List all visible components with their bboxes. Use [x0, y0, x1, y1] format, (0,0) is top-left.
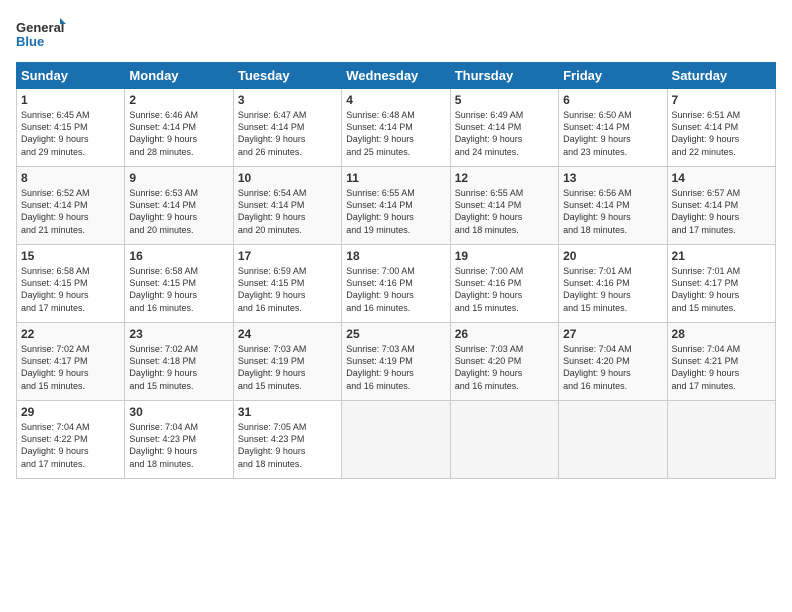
day-cell: 20Sunrise: 7:01 AMSunset: 4:16 PMDayligh…: [559, 245, 667, 323]
day-number: 12: [455, 170, 554, 186]
col-header-wednesday: Wednesday: [342, 63, 450, 89]
day-number: 24: [238, 326, 337, 342]
day-number: 21: [672, 248, 771, 264]
day-cell: 9Sunrise: 6:53 AMSunset: 4:14 PMDaylight…: [125, 167, 233, 245]
day-number: 6: [563, 92, 662, 108]
svg-text:General: General: [16, 20, 64, 35]
col-header-friday: Friday: [559, 63, 667, 89]
day-cell: 13Sunrise: 6:56 AMSunset: 4:14 PMDayligh…: [559, 167, 667, 245]
day-cell: [450, 401, 558, 479]
col-header-monday: Monday: [125, 63, 233, 89]
day-cell: 22Sunrise: 7:02 AMSunset: 4:17 PMDayligh…: [17, 323, 125, 401]
day-cell: 27Sunrise: 7:04 AMSunset: 4:20 PMDayligh…: [559, 323, 667, 401]
day-cell: 5Sunrise: 6:49 AMSunset: 4:14 PMDaylight…: [450, 89, 558, 167]
day-number: 22: [21, 326, 120, 342]
day-cell: 17Sunrise: 6:59 AMSunset: 4:15 PMDayligh…: [233, 245, 341, 323]
day-cell: 3Sunrise: 6:47 AMSunset: 4:14 PMDaylight…: [233, 89, 341, 167]
day-number: 16: [129, 248, 228, 264]
day-number: 1: [21, 92, 120, 108]
day-number: 18: [346, 248, 445, 264]
svg-text:Blue: Blue: [16, 34, 44, 49]
day-cell: 1Sunrise: 6:45 AMSunset: 4:15 PMDaylight…: [17, 89, 125, 167]
day-cell: 15Sunrise: 6:58 AMSunset: 4:15 PMDayligh…: [17, 245, 125, 323]
day-cell: 16Sunrise: 6:58 AMSunset: 4:15 PMDayligh…: [125, 245, 233, 323]
week-row-5: 29Sunrise: 7:04 AMSunset: 4:22 PMDayligh…: [17, 401, 776, 479]
day-number: 11: [346, 170, 445, 186]
day-cell: 21Sunrise: 7:01 AMSunset: 4:17 PMDayligh…: [667, 245, 775, 323]
day-number: 20: [563, 248, 662, 264]
day-cell: 6Sunrise: 6:50 AMSunset: 4:14 PMDaylight…: [559, 89, 667, 167]
week-row-1: 1Sunrise: 6:45 AMSunset: 4:15 PMDaylight…: [17, 89, 776, 167]
day-cell: 8Sunrise: 6:52 AMSunset: 4:14 PMDaylight…: [17, 167, 125, 245]
day-cell: 23Sunrise: 7:02 AMSunset: 4:18 PMDayligh…: [125, 323, 233, 401]
day-number: 28: [672, 326, 771, 342]
day-cell: 7Sunrise: 6:51 AMSunset: 4:14 PMDaylight…: [667, 89, 775, 167]
day-number: 30: [129, 404, 228, 420]
day-number: 23: [129, 326, 228, 342]
day-number: 7: [672, 92, 771, 108]
day-number: 9: [129, 170, 228, 186]
col-header-sunday: Sunday: [17, 63, 125, 89]
day-number: 3: [238, 92, 337, 108]
week-row-3: 15Sunrise: 6:58 AMSunset: 4:15 PMDayligh…: [17, 245, 776, 323]
day-cell: [342, 401, 450, 479]
day-cell: 26Sunrise: 7:03 AMSunset: 4:20 PMDayligh…: [450, 323, 558, 401]
logo-svg: General Blue: [16, 16, 66, 52]
week-row-2: 8Sunrise: 6:52 AMSunset: 4:14 PMDaylight…: [17, 167, 776, 245]
day-cell: 10Sunrise: 6:54 AMSunset: 4:14 PMDayligh…: [233, 167, 341, 245]
day-cell: 18Sunrise: 7:00 AMSunset: 4:16 PMDayligh…: [342, 245, 450, 323]
day-cell: 25Sunrise: 7:03 AMSunset: 4:19 PMDayligh…: [342, 323, 450, 401]
day-cell: [559, 401, 667, 479]
day-number: 29: [21, 404, 120, 420]
day-number: 2: [129, 92, 228, 108]
week-row-4: 22Sunrise: 7:02 AMSunset: 4:17 PMDayligh…: [17, 323, 776, 401]
day-number: 8: [21, 170, 120, 186]
day-number: 15: [21, 248, 120, 264]
day-cell: 31Sunrise: 7:05 AMSunset: 4:23 PMDayligh…: [233, 401, 341, 479]
col-header-tuesday: Tuesday: [233, 63, 341, 89]
day-number: 26: [455, 326, 554, 342]
day-number: 5: [455, 92, 554, 108]
header: General Blue: [16, 16, 776, 52]
day-cell: 14Sunrise: 6:57 AMSunset: 4:14 PMDayligh…: [667, 167, 775, 245]
page-container: General Blue SundayMondayTuesdayWednesda…: [0, 0, 792, 487]
day-cell: 2Sunrise: 6:46 AMSunset: 4:14 PMDaylight…: [125, 89, 233, 167]
day-cell: [667, 401, 775, 479]
header-row: SundayMondayTuesdayWednesdayThursdayFrid…: [17, 63, 776, 89]
day-cell: 24Sunrise: 7:03 AMSunset: 4:19 PMDayligh…: [233, 323, 341, 401]
col-header-thursday: Thursday: [450, 63, 558, 89]
day-cell: 11Sunrise: 6:55 AMSunset: 4:14 PMDayligh…: [342, 167, 450, 245]
day-cell: 12Sunrise: 6:55 AMSunset: 4:14 PMDayligh…: [450, 167, 558, 245]
day-cell: 28Sunrise: 7:04 AMSunset: 4:21 PMDayligh…: [667, 323, 775, 401]
day-number: 4: [346, 92, 445, 108]
day-cell: 4Sunrise: 6:48 AMSunset: 4:14 PMDaylight…: [342, 89, 450, 167]
day-number: 25: [346, 326, 445, 342]
col-header-saturday: Saturday: [667, 63, 775, 89]
day-number: 27: [563, 326, 662, 342]
day-cell: 19Sunrise: 7:00 AMSunset: 4:16 PMDayligh…: [450, 245, 558, 323]
day-number: 13: [563, 170, 662, 186]
day-number: 19: [455, 248, 554, 264]
day-number: 14: [672, 170, 771, 186]
day-number: 31: [238, 404, 337, 420]
logo: General Blue: [16, 16, 66, 52]
day-number: 10: [238, 170, 337, 186]
calendar-table: SundayMondayTuesdayWednesdayThursdayFrid…: [16, 62, 776, 479]
day-cell: 30Sunrise: 7:04 AMSunset: 4:23 PMDayligh…: [125, 401, 233, 479]
day-cell: 29Sunrise: 7:04 AMSunset: 4:22 PMDayligh…: [17, 401, 125, 479]
day-number: 17: [238, 248, 337, 264]
